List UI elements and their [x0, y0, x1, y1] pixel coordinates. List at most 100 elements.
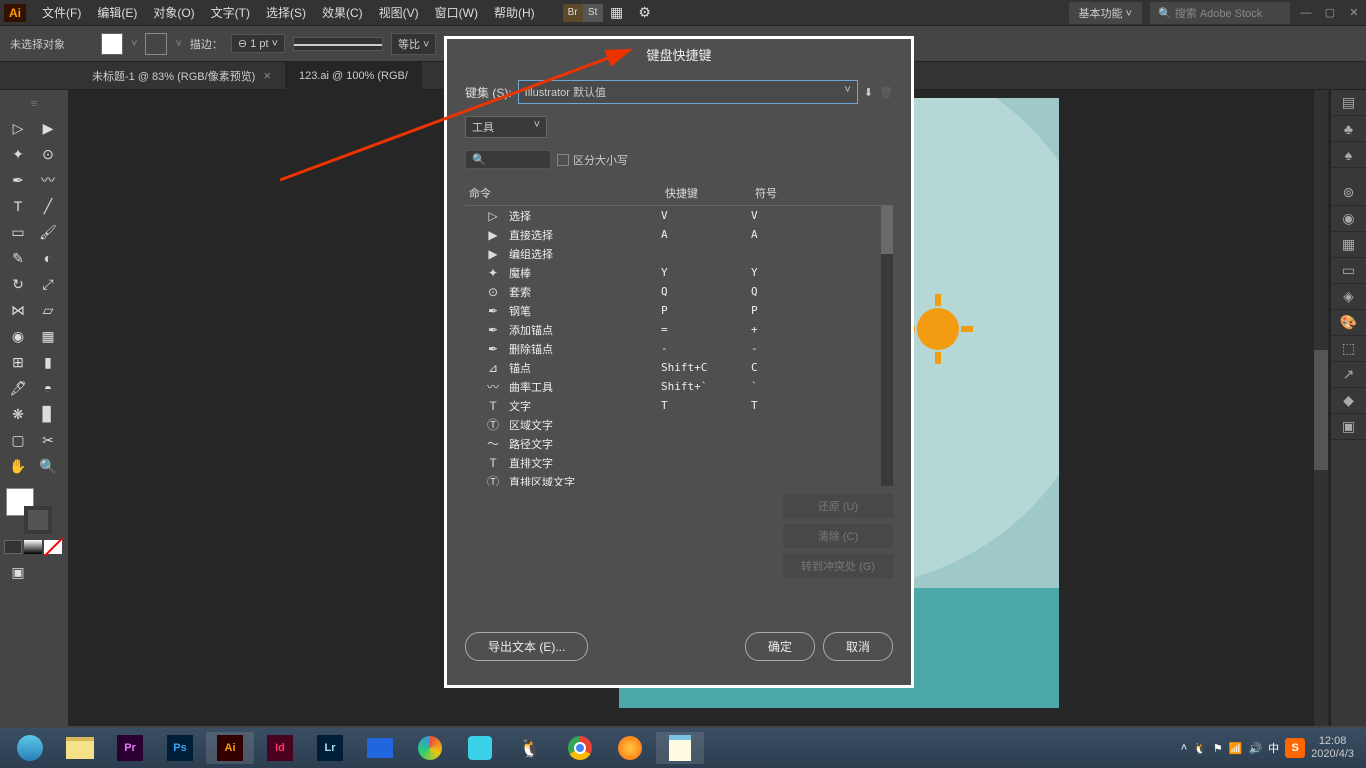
table-scroll-thumb[interactable] — [881, 206, 893, 254]
menu-object[interactable]: 对象(O) — [145, 4, 202, 21]
shortcut-row[interactable]: 〰曲率工具Shift+`` — [465, 377, 893, 396]
shortcut-row[interactable]: 〜路径文字 — [465, 434, 893, 453]
taskbar-premiere-icon[interactable]: Pr — [106, 732, 154, 764]
none-mode[interactable] — [44, 540, 62, 554]
maximize-icon[interactable]: ▢ — [1322, 6, 1338, 19]
panel-stroke-icon[interactable]: 🎨 — [1331, 310, 1366, 336]
curvature-tool[interactable]: 〰 — [34, 168, 62, 192]
zoom-tool[interactable]: 🔍 — [34, 454, 62, 478]
color-selector[interactable] — [4, 488, 64, 538]
panel-brushes-icon[interactable]: ▭ — [1331, 258, 1366, 284]
taskbar-mascot-icon[interactable] — [456, 732, 504, 764]
panel-libraries-icon[interactable]: ♣ — [1331, 116, 1366, 142]
uniform-dropdown[interactable]: 等比 ˅ — [391, 33, 436, 55]
arrange-icon[interactable]: ▦ — [603, 1, 631, 25]
panel-properties-icon[interactable]: ▤ — [1331, 90, 1366, 116]
col-command[interactable]: 命令 — [465, 185, 665, 201]
col-shortcut[interactable]: 快捷键 — [665, 185, 755, 201]
screen-mode[interactable]: ▣ — [4, 560, 32, 584]
width-tool[interactable]: ⋈ — [4, 298, 32, 322]
shortcut-row[interactable]: ✒删除锚点-- — [465, 339, 893, 358]
tray-action-icon[interactable]: ⚑ — [1213, 742, 1223, 755]
menu-file[interactable]: 文件(F) — [34, 4, 89, 21]
doc-tab[interactable]: 未标题-1 @ 83% (RGB/像素预览)× — [78, 62, 285, 90]
panel-appearance-icon[interactable]: ◆ — [1331, 388, 1366, 414]
gpu-icon[interactable]: ⚙ — [631, 1, 659, 25]
shortcut-search[interactable]: 🔍 — [465, 150, 551, 169]
tray-ime-icon[interactable]: 中 — [1268, 740, 1279, 756]
shapebuilder-tool[interactable]: ◉ — [4, 324, 32, 348]
export-text-button[interactable]: 导出文本 (E)... — [465, 632, 588, 661]
symbol-spray-tool[interactable]: ❋ — [4, 402, 32, 426]
taskbar-explorer-icon[interactable] — [56, 732, 104, 764]
artboard-tool[interactable]: ▢ — [4, 428, 32, 452]
panel-cc-icon[interactable]: ⊚ — [1331, 180, 1366, 206]
shortcut-row[interactable]: ✒钢笔PP — [465, 301, 893, 320]
taskbar-app-icon[interactable] — [356, 732, 404, 764]
rectangle-tool[interactable]: ▭ — [4, 220, 32, 244]
taskbar-lightroom-icon[interactable]: Lr — [306, 732, 354, 764]
save-keyset-icon[interactable]: ⬇ — [864, 86, 873, 99]
menu-select[interactable]: 选择(S) — [258, 4, 314, 21]
eyedropper-tool[interactable]: 🖋 — [4, 376, 32, 400]
color-mode[interactable] — [4, 540, 22, 554]
scale-tool[interactable]: ⤢ — [34, 272, 62, 296]
fill-swatch[interactable] — [101, 33, 123, 55]
shortcut-row[interactable]: ▷选择VV — [465, 206, 893, 225]
tray-chevron-icon[interactable]: ˄ — [1181, 742, 1187, 754]
direct-select-tool[interactable]: ▶ — [34, 116, 62, 140]
stroke-color[interactable] — [24, 506, 52, 534]
toolbox-handle-icon[interactable]: ≡ — [31, 98, 37, 110]
stroke-swatch[interactable] — [145, 33, 167, 55]
stroke-style[interactable] — [293, 37, 383, 51]
stock-icon[interactable]: St — [583, 4, 603, 22]
minimize-icon[interactable]: — — [1298, 7, 1314, 19]
taskbar-chrome-icon[interactable] — [556, 732, 604, 764]
shortcut-row[interactable]: ✒添加锚点=+ — [465, 320, 893, 339]
taskbar-notepad-icon[interactable] — [656, 732, 704, 764]
shortcut-row[interactable]: ⊙套索QQ — [465, 282, 893, 301]
menu-effect[interactable]: 效果(C) — [314, 4, 371, 21]
gradient-tool[interactable]: ▮ — [34, 350, 62, 374]
panel-gradient-icon[interactable]: ⬚ — [1331, 336, 1366, 362]
col-symbol[interactable]: 符号 — [755, 185, 815, 201]
pen-tool[interactable]: ✒ — [4, 168, 32, 192]
blend-tool[interactable]: ◓ — [34, 376, 62, 400]
taskbar-ball-icon[interactable] — [406, 732, 454, 764]
taskbar-firefox-icon[interactable] — [606, 732, 654, 764]
menu-window[interactable]: 窗口(W) — [427, 4, 486, 21]
close-icon[interactable]: ✕ — [1346, 6, 1362, 19]
shortcut-group-dropdown[interactable]: 工具˅ — [465, 116, 547, 138]
tray-network-icon[interactable]: 📶 — [1229, 742, 1243, 755]
panel-graphic-styles-icon[interactable]: ▣ — [1331, 414, 1366, 440]
panel-symbols-icon[interactable]: ◈ — [1331, 284, 1366, 310]
stroke-weight-input[interactable]: ⊖ 1 pt ˅ — [231, 34, 285, 53]
shortcut-row[interactable]: ▶直接选择AA — [465, 225, 893, 244]
shortcut-row[interactable]: Ⓣ区域文字 — [465, 415, 893, 434]
ok-button[interactable]: 确定 — [745, 632, 815, 661]
shortcut-row[interactable]: ▶编组选择 — [465, 244, 893, 263]
gradient-mode[interactable] — [24, 540, 42, 554]
selection-tool[interactable]: ▷ — [4, 116, 32, 140]
menu-edit[interactable]: 编辑(E) — [89, 4, 145, 21]
tray-volume-icon[interactable]: 🔊 — [1248, 742, 1262, 755]
taskbar-indesign-icon[interactable]: Id — [256, 732, 304, 764]
case-sensitive-checkbox[interactable]: 区分大小写 — [557, 152, 628, 168]
bridge-icon[interactable]: Br — [563, 4, 583, 22]
workspace-switcher[interactable]: 基本功能 ˅ — [1069, 2, 1142, 24]
slice-tool[interactable]: ✂ — [34, 428, 62, 452]
graph-tool[interactable]: ▊ — [34, 402, 62, 426]
table-scrollbar[interactable] — [881, 206, 893, 486]
magic-wand-tool[interactable]: ✦ — [4, 142, 32, 166]
menu-view[interactable]: 视图(V) — [371, 4, 427, 21]
tab-close-icon[interactable]: × — [263, 68, 271, 83]
scroll-thumb[interactable] — [1314, 350, 1328, 470]
panel-transparency-icon[interactable]: ↗ — [1331, 362, 1366, 388]
menu-help[interactable]: 帮助(H) — [486, 4, 543, 21]
menu-type[interactable]: 文字(T) — [203, 4, 258, 21]
cancel-button[interactable]: 取消 — [823, 632, 893, 661]
taskbar-qq-icon[interactable]: 🐧 — [506, 732, 554, 764]
shaper-tool[interactable]: ✎ — [4, 246, 32, 270]
free-transform-tool[interactable]: ▱ — [34, 298, 62, 322]
stock-search[interactable]: 🔍 搜索 Adobe Stock — [1150, 2, 1290, 24]
